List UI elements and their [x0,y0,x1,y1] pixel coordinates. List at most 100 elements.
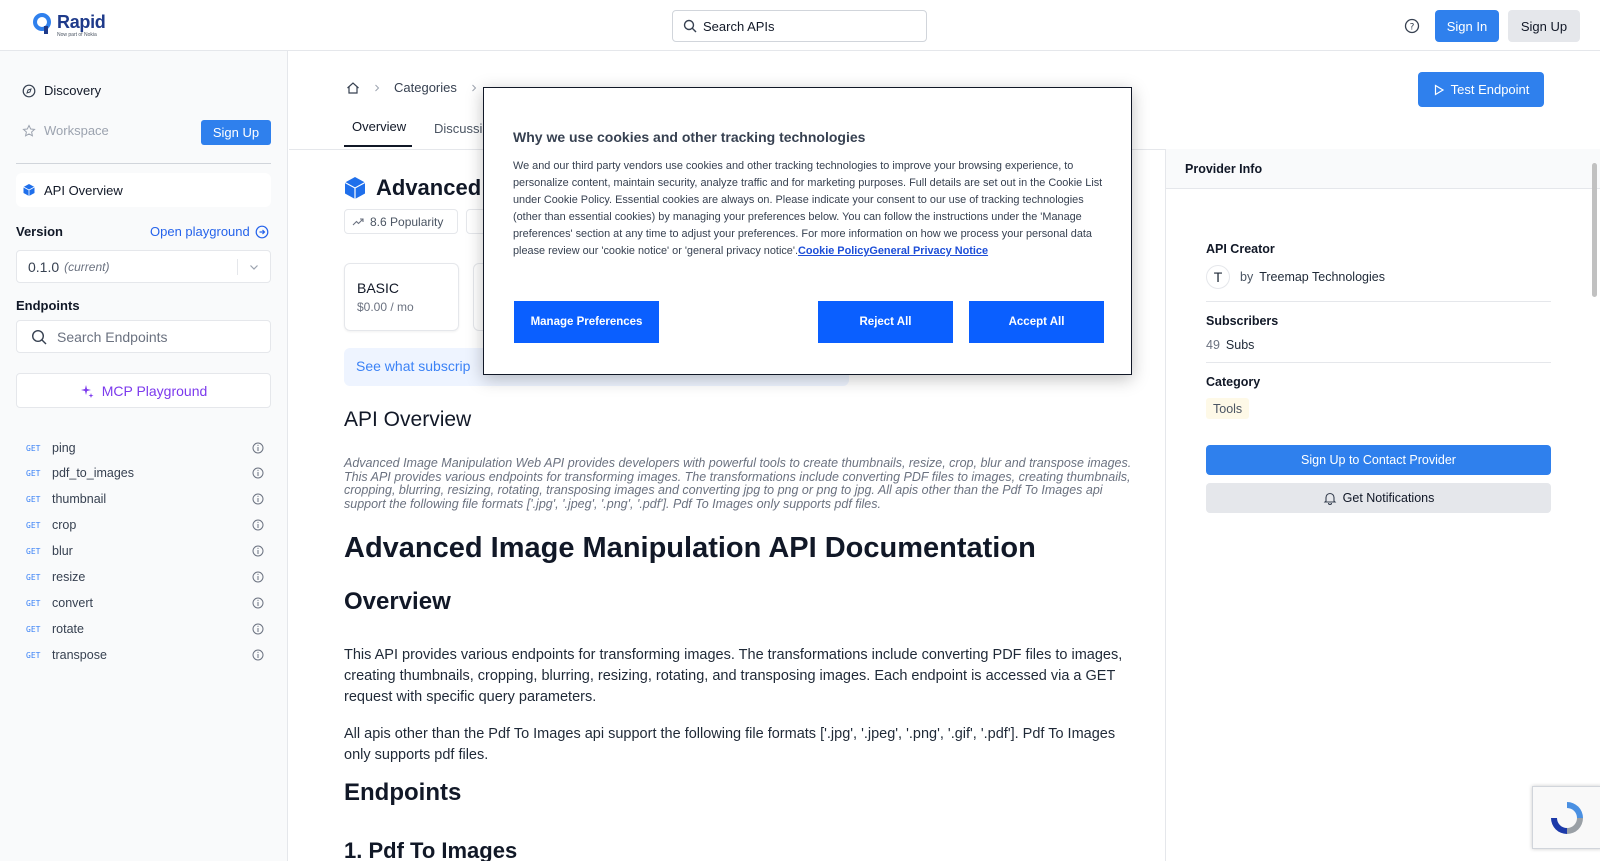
privacy-notice-link[interactable]: General Privacy Notice [869,245,988,257]
version-label: Version [16,224,63,239]
cookie-consent-dialog: Why we use cookies and other tracking te… [483,87,1132,375]
sidebar-item-label: API Overview [44,182,123,198]
endpoint-item-pdf-to-images[interactable]: GET pdf_to_images [26,463,264,483]
api-title: Advanced [344,175,481,201]
tab-overview[interactable]: Overview [352,119,406,134]
search-apis-input[interactable]: Search APIs [672,10,927,42]
plan-price: $0.00 / mo [357,300,414,314]
subscribers-unit: Subs [1225,338,1255,352]
mcp-playground-label: MCP Playground [101,382,208,399]
info-icon[interactable] [252,467,264,479]
top-header: Rapid Now part of Nokia Search APIs ? Si… [0,0,1600,51]
breadcrumb: Categories [346,80,479,95]
logo-subtitle: Now part of Nokia [57,32,97,38]
endpoints-label: Endpoints [16,298,80,313]
endpoint-item-blur[interactable]: GET blur [26,541,264,561]
rapid-logo-icon [33,13,51,34]
documentation-title: Advanced Image Manipulation API Document… [344,532,1036,564]
endpoint-item-transpose[interactable]: GET transpose [26,645,264,665]
compass-icon [22,84,36,97]
help-icon[interactable]: ? [1404,18,1420,34]
api-description: Advanced Image Manipulation Web API prov… [344,456,1132,511]
divider [16,163,271,164]
recaptcha-icon [1551,801,1583,834]
search-icon [683,19,697,33]
http-method-badge: GET [26,546,41,556]
endpoint-item-crop[interactable]: GET crop [26,515,264,535]
cookie-policy-link[interactable]: Cookie Policy [798,245,869,257]
recaptcha-badge[interactable] [1532,786,1600,849]
breadcrumb-categories[interactable]: Categories [394,80,457,95]
endpoint-name: rotate [52,622,84,636]
divider [1206,301,1551,302]
contact-provider-button[interactable]: Sign Up to Contact Provider [1206,445,1551,475]
sign-in-button[interactable]: Sign In [1435,10,1499,42]
sidebar-item-workspace[interactable]: Workspace [22,123,109,138]
info-icon[interactable] [252,442,264,454]
search-apis-placeholder: Search APIs [703,18,775,34]
sidebar-item-label: Workspace [44,123,109,138]
http-method-badge: GET [26,494,41,504]
endpoint-item-convert[interactable]: GET convert [26,593,264,613]
cube-icon [344,177,366,199]
api-creator-row[interactable]: T by Treemap Technologies [1206,265,1385,289]
category-badge[interactable]: Tools [1206,398,1250,419]
subscribers-row: 49 Subs [1206,338,1254,352]
endpoint-item-thumbnail[interactable]: GET thumbnail [26,489,264,509]
info-icon[interactable] [252,493,264,505]
api-title-text: Advanced [376,175,482,200]
info-icon[interactable] [252,519,264,531]
endpoint-item-ping[interactable]: GET ping [26,438,264,458]
open-playground-link[interactable]: Open playground [150,224,269,239]
get-notifications-button[interactable]: Get Notifications [1206,483,1551,513]
provider-info-panel: Provider Info API Creator T by Treemap T… [1165,149,1600,861]
star-icon [22,123,36,137]
divider [237,259,238,275]
pdf-to-images-heading: 1. Pdf To Images [344,838,518,861]
endpoint-name: thumbnail [52,492,107,506]
test-endpoint-button[interactable]: Test Endpoint [1418,72,1544,107]
http-method-badge: GET [26,598,41,608]
sparkles-icon [80,384,94,398]
endpoint-item-resize[interactable]: GET resize [26,567,264,587]
cube-icon [23,184,35,196]
http-method-badge: GET [26,468,41,478]
http-method-badge: GET [26,624,41,634]
subscribers-count: 49 [1206,338,1220,352]
info-icon[interactable] [252,545,264,557]
plan-card-basic[interactable]: BASIC $0.00 / mo [344,263,459,331]
sidebar-item-label: Discovery [44,83,102,98]
version-select[interactable]: 0.1.0 (current) [16,250,271,283]
endpoint-item-rotate[interactable]: GET rotate [26,619,264,639]
sidebar-item-discovery[interactable]: Discovery [22,83,101,98]
endpoint-name: resize [52,570,86,584]
info-icon[interactable] [252,597,264,609]
scrollbar-thumb[interactable] [1592,163,1597,297]
sidebar-item-api-overview[interactable]: API Overview [16,173,271,207]
api-creator-label: API Creator [1206,242,1275,256]
endpoint-name: transpose [52,648,107,662]
reject-all-button[interactable]: Reject All [818,301,953,343]
http-method-badge: GET [26,572,41,582]
search-endpoints-input[interactable]: Search Endpoints [16,320,271,353]
accept-all-button[interactable]: Accept All [969,301,1104,343]
manage-preferences-button[interactable]: Manage Preferences [514,301,659,343]
overview-heading: Overview [344,588,451,615]
overview-paragraph: This API provides various endpoints for … [344,647,1123,705]
svg-text:?: ? [1410,23,1415,33]
version-note: (current) [64,259,110,274]
info-icon[interactable] [252,649,264,661]
tab-discussions[interactable]: Discussi [434,121,482,136]
sign-up-button[interactable]: Sign Up [1508,10,1580,42]
home-icon[interactable] [346,81,360,95]
sidebar-sign-up-button[interactable]: Sign Up [201,120,271,145]
info-icon[interactable] [252,571,264,583]
mcp-playground-button[interactable]: MCP Playground [16,373,271,408]
http-method-badge: GET [26,520,41,530]
info-icon[interactable] [252,623,264,635]
endpoint-name: blur [52,544,73,558]
rapid-logo[interactable]: Rapid Now part of Nokia [33,13,106,38]
endpoints-heading: Endpoints [344,779,462,806]
sidebar: Discovery Workspace Sign Up API Overview… [0,51,288,861]
chevron-right-icon [472,84,477,91]
